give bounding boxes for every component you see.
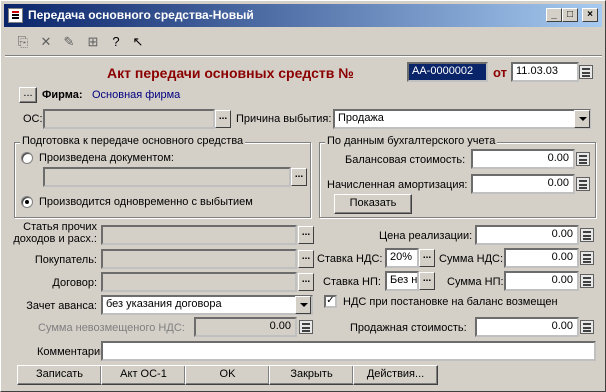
firm-value[interactable]: Основная фирма [92,89,180,101]
contract-select-button[interactable]: ... [298,273,314,291]
balance-cost-field[interactable]: 0.00 [471,149,575,169]
other-income-label-line2: доходов и расх.: [13,233,97,245]
balance-cost-label: Балансовая стоимость: [345,154,466,166]
vat-sum-label: Сумма НДС: [439,253,504,265]
amortization-label: Начисленная амортизация: [327,179,468,191]
os-label: ОС: [23,113,43,125]
vat-rate-field[interactable]: 20% [385,248,419,268]
calculator-icon[interactable] [580,320,594,334]
reason-dropdown-arrow[interactable] [574,110,590,128]
advance-label: Зачет аванса: [26,300,97,312]
ok-button[interactable]: OK [185,365,270,385]
sale-price-label: Цена реализации: [379,230,473,242]
sales-tax-rate-field[interactable]: Без н [385,271,419,291]
comment-label: Комментарий: [37,346,110,358]
buyer-select-button[interactable]: ... [298,250,314,268]
comment-field[interactable] [101,341,596,361]
sale-price-field[interactable]: 0.00 [475,225,579,245]
title-bar[interactable]: Передача основного средства-Новый _ □ × [4,4,602,27]
vat-rate-label: Ставка НДС: [317,253,383,265]
os-field[interactable] [43,109,215,129]
prepared-with-disposal-label: Производится одновременно с выбытием [39,196,253,208]
delete-icon[interactable]: ✕ [38,34,54,50]
document-window: Передача основного средства-Новый _ □ × … [0,0,606,392]
toolbar-separator [5,55,602,57]
from-label: от [493,65,507,80]
calculator-icon[interactable] [299,320,313,334]
app-icon [8,8,23,23]
contract-field[interactable] [101,272,297,292]
firm-select-button[interactable]: ... [19,87,37,103]
calculator-icon[interactable] [580,251,594,265]
act-os1-button[interactable]: Акт ОС-1 [101,365,186,385]
calculator-icon[interactable] [576,177,590,191]
maximize-icon[interactable]: □ [562,8,578,22]
date-field[interactable]: 11.03.03 [511,62,579,82]
close-icon[interactable]: × [582,8,598,22]
structure-icon[interactable]: ⊞ [85,34,101,50]
vat-reimbursed-label: НДС при постановке на баланс возмещен [343,296,558,308]
sales-tax-sum-label: Сумма НП: [447,276,504,288]
show-button[interactable]: Показать [334,194,412,214]
advance-select[interactable]: без указания договора [101,295,313,315]
document-number-field[interactable]: АА-0000002 [407,62,488,82]
sales-tax-rate-label: Ставка НП: [323,276,381,288]
advance-dropdown-arrow[interactable] [295,296,311,314]
sales-tax-sum-field[interactable]: 0.00 [504,271,579,291]
other-income-select-button[interactable]: ... [298,226,314,244]
whats-this-icon[interactable]: ↖ [130,34,146,50]
copy-icon[interactable]: ⎘ [15,34,31,50]
buyer-field[interactable] [101,249,297,269]
document-heading: Акт передачи основных средств № [107,65,354,81]
prep-document-field[interactable] [43,167,291,187]
other-income-label-line1: Статья прочих [23,221,97,233]
firm-label: Фирма: [42,89,83,101]
amortization-field[interactable]: 0.00 [471,174,575,194]
reason-select[interactable]: Продажа [333,109,591,129]
calendar-icon[interactable] [579,65,593,79]
prepared-by-document-radio[interactable] [21,152,33,164]
prep-document-select-button[interactable]: ... [291,168,307,186]
buyer-label: Покупатель: [34,254,97,266]
prepared-by-document-label: Произведена документом: [39,152,174,164]
unreimbursed-vat-label: Сумма невозмещеного НДС: [38,322,185,334]
vat-rate-select-button[interactable]: ... [419,249,435,267]
os-select-button[interactable]: ... [215,110,231,128]
contract-label: Договор: [52,277,97,289]
help-icon[interactable]: ? [108,34,124,50]
vat-sum-field[interactable]: 0.00 [504,248,579,268]
sales-tax-rate-select-button[interactable]: ... [419,272,435,290]
calculator-icon[interactable] [580,274,594,288]
edit-icon[interactable]: ✎ [61,34,77,50]
reason-label: Причина выбытия: [236,113,332,125]
record-button[interactable]: Записать [17,365,102,385]
prepared-with-disposal-radio[interactable] [21,196,33,208]
window-title: Передача основного средства-Новый [28,8,254,22]
preparation-group-title: Подготовка к передаче основного средства [20,135,246,147]
other-income-label: Статья прочих доходов и расх.: [9,221,97,245]
actions-button[interactable]: Действия... [353,365,438,385]
minimize-icon[interactable]: _ [546,8,562,22]
other-income-field[interactable] [101,225,297,245]
sale-cost-field[interactable]: 0.00 [475,317,579,337]
accounting-group-title: По данным бухгалтерского учета [325,135,498,147]
sale-cost-label: Продажная стоимость: [350,322,467,334]
calculator-icon[interactable] [576,152,590,166]
unreimbursed-vat-field[interactable]: 0.00 [194,317,297,337]
calculator-icon[interactable] [580,228,594,242]
close-button[interactable]: Закрыть [269,365,354,385]
vat-reimbursed-checkbox[interactable]: ✓ [324,295,337,308]
